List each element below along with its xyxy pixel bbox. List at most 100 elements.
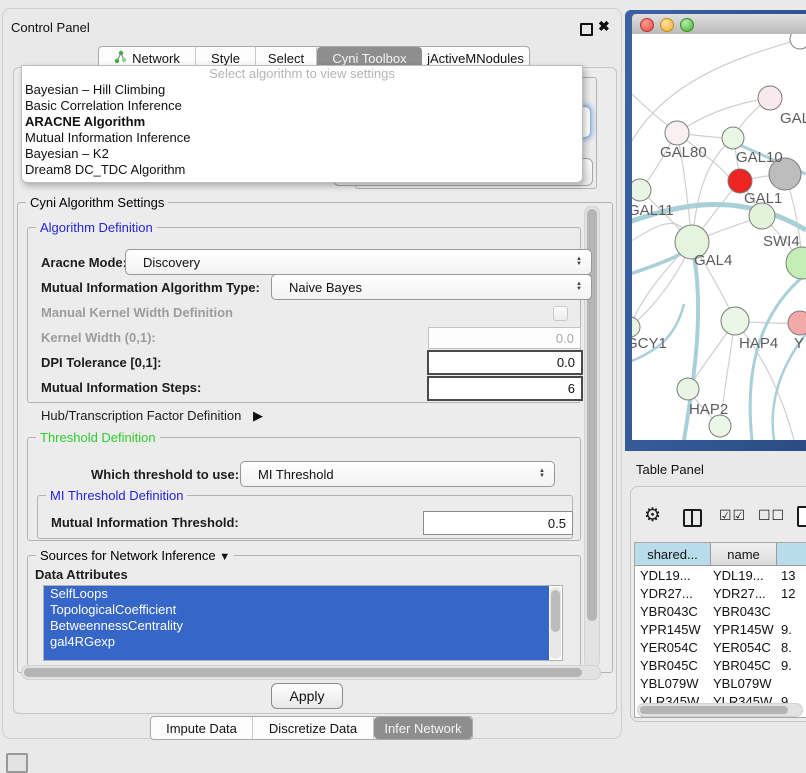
table-row[interactable]: YBR043CYBR043C [635, 602, 806, 620]
gear-icon[interactable]: ⚙ [644, 504, 661, 527]
dropdown-item[interactable]: Bayesian – K2 [22, 146, 582, 162]
table-row[interactable]: YER054CYER054C8. [635, 638, 806, 656]
table-cell[interactable]: 12 [777, 586, 806, 601]
table-cell[interactable]: YDL19... [711, 568, 777, 583]
table-cell[interactable]: YER054C [635, 640, 711, 655]
table-cell[interactable]: 8. [777, 640, 806, 655]
network-edge[interactable] [677, 98, 770, 133]
minimize-traffic-light-icon[interactable] [660, 18, 674, 32]
tab-infer-network[interactable]: Infer Network [374, 717, 472, 739]
attribute-item-partial[interactable] [44, 650, 549, 661]
network-node[interactable] [758, 86, 782, 110]
close-traffic-light-icon[interactable] [640, 18, 654, 32]
close-icon[interactable]: ✖ [598, 18, 610, 35]
settings-horizontal-scrollbar[interactable] [21, 665, 601, 680]
table-cell[interactable]: 13 [777, 568, 806, 583]
network-node[interactable] [786, 247, 806, 279]
minimized-panel-icon[interactable] [6, 753, 28, 773]
network-edge[interactable] [632, 304, 684, 364]
table-cell[interactable]: YDR27... [711, 586, 777, 601]
attribute-item[interactable]: BetweennessCentrality [44, 618, 549, 634]
which-threshold-value: MI Threshold [258, 467, 334, 482]
attribute-item[interactable]: gal4RGexp [44, 634, 549, 650]
table-row[interactable]: YBL079WYBL079W [635, 674, 806, 692]
network-node[interactable] [721, 307, 749, 335]
algorithm-dropdown-popup: Select algorithm to view settings Bayesi… [21, 65, 583, 183]
table-cell[interactable]: YDR27... [635, 586, 711, 601]
attribute-item[interactable]: SelfLoops [44, 586, 549, 602]
table-panel-title: Table Panel [636, 462, 704, 477]
dropdown-item[interactable]: Mutual Information Inference [22, 130, 582, 146]
table-cell[interactable]: YBR043C [635, 604, 711, 619]
column-header-shared-name[interactable]: shared... [635, 543, 711, 565]
aracne-mode-combobox[interactable]: Discovery ▲▼ [125, 249, 592, 275]
table-cell[interactable]: YBL079W [711, 676, 777, 691]
node-label: HAP2 [689, 401, 728, 418]
which-threshold-combobox[interactable]: MI Threshold ▲▼ [240, 461, 555, 487]
network-node[interactable] [677, 378, 699, 400]
combo-spinner-icon: ▲▼ [576, 282, 582, 292]
mi-threshold-field[interactable]: 0.5 [423, 511, 573, 535]
table-row[interactable]: YBR045CYBR045C9. [635, 656, 806, 674]
tab-discretize-data[interactable]: Discretize Data [253, 717, 374, 739]
sheet-icon[interactable] [797, 506, 806, 527]
table-cell[interactable]: YPR145W [635, 622, 711, 637]
zoom-traffic-light-icon[interactable] [680, 18, 694, 32]
algorithm-definition-title: Algorithm Definition [36, 220, 157, 235]
column-header-name[interactable]: name [711, 543, 777, 565]
table-cell[interactable]: YPR145W [711, 622, 777, 637]
manual-kernel-checkbox[interactable] [553, 306, 568, 321]
mi-type-combobox[interactable]: Naive Bayes ▲▼ [271, 274, 592, 300]
node-label: GAL [780, 110, 806, 127]
unchecked-boxes-icon[interactable]: ☐☐ [758, 507, 785, 524]
dropdown-item-highlighted[interactable]: ARACNE Algorithm [22, 114, 582, 130]
checked-boxes-icon[interactable]: ☑☑ [719, 507, 746, 524]
attribute-item[interactable]: TopologicalCoefficient [44, 602, 549, 618]
table-cell[interactable]: 9. [777, 622, 806, 637]
table-row[interactable]: YDR27...YDR27...12 [635, 584, 806, 602]
network-edge[interactable] [750, 274, 806, 440]
table-row[interactable]: YPR145WYPR145W9. [635, 620, 806, 638]
node-label: GAL80 [660, 144, 707, 161]
network-node[interactable] [665, 121, 689, 145]
tab-select-label: Select [268, 51, 304, 66]
network-node[interactable] [722, 127, 744, 149]
split-columns-icon[interactable] [683, 509, 702, 527]
network-node[interactable] [709, 415, 731, 437]
table-cell[interactable]: YDL19... [635, 568, 711, 583]
dropdown-item[interactable]: Bayesian – Hill Climbing [22, 82, 582, 98]
network-canvas[interactable]: GALGAL80GAL10GAL1GAL11SWI4GAL4GCY1HAP4YH… [632, 34, 806, 440]
network-window-titlebar[interactable] [632, 14, 806, 35]
tab-impute-data[interactable]: Impute Data [151, 717, 253, 739]
table-cell[interactable]: YBR045C [711, 658, 777, 673]
column-header-partial[interactable] [777, 543, 806, 565]
sources-group-title[interactable]: Sources for Network Inference ▼ [36, 548, 234, 563]
dpi-tolerance-label: DPI Tolerance [0,1]: [41, 355, 161, 370]
apply-button[interactable]: Apply [271, 683, 343, 709]
table-cell[interactable]: 9. [777, 658, 806, 673]
float-window-icon[interactable] [580, 23, 593, 36]
network-view-window: GALGAL80GAL10GAL1GAL11SWI4GAL4GCY1HAP4YH… [625, 10, 806, 451]
network-svg: GALGAL80GAL10GAL1GAL11SWI4GAL4GCY1HAP4YH… [632, 34, 806, 440]
attributes-vertical-scrollbar[interactable] [550, 587, 561, 659]
mi-type-value: Naive Bayes [289, 280, 362, 295]
network-node[interactable] [632, 179, 651, 201]
table-cell[interactable]: YER054C [711, 640, 777, 655]
tab-style-label: Style [211, 51, 240, 66]
mi-steps-field[interactable]: 6 [427, 376, 583, 401]
table-cell[interactable]: YBR043C [711, 604, 777, 619]
kernel-width-field[interactable]: 0.0 [428, 327, 581, 349]
network-node[interactable] [788, 311, 806, 335]
table-cell[interactable]: YBR045C [635, 658, 711, 673]
threshold-definition-title: Threshold Definition [36, 430, 160, 445]
table-cell[interactable]: YBL079W [635, 676, 711, 691]
tab-cyni-toolbox-label: Cyni Toolbox [332, 51, 406, 66]
table-horizontal-scrollbar[interactable] [637, 703, 803, 717]
hub-definition-toggle[interactable]: Hub/Transcription Factor Definition ▶ [41, 408, 263, 424]
data-attributes-list: SelfLoops TopologicalCoefficient Between… [43, 585, 563, 661]
network-node[interactable] [790, 34, 806, 49]
dropdown-item[interactable]: Basic Correlation Inference [22, 98, 582, 114]
dpi-tolerance-field[interactable]: 0.0 [427, 350, 583, 375]
table-row[interactable]: YDL19...YDL19...13 [635, 566, 806, 584]
dropdown-item[interactable]: Dream8 DC_TDC Algorithm [22, 162, 582, 178]
